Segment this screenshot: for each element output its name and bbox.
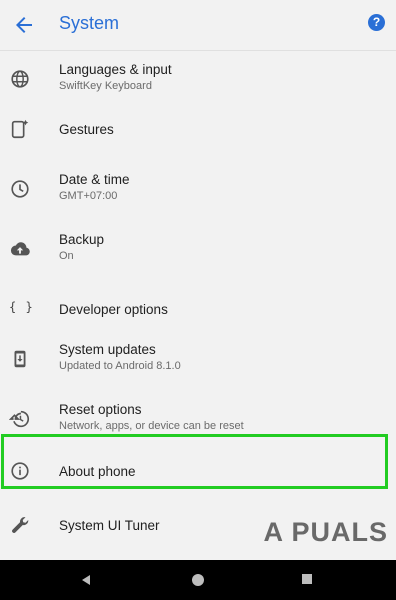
settings-item-backup[interactable]: Backup On [0, 220, 396, 280]
settings-item-date-time[interactable]: Date & time GMT+07:00 [0, 160, 396, 220]
settings-item-label: Gestures [59, 122, 114, 137]
navigation-bar [0, 560, 396, 600]
system-update-icon [9, 348, 31, 370]
page-title: System [59, 13, 120, 33]
settings-item-system-updates[interactable]: System updates Updated to Android 8.1.0 [0, 330, 396, 390]
help-icon: ? [372, 15, 381, 29]
settings-item-label: Reset options [59, 402, 142, 417]
settings-item-subtitle: Updated to Android 8.1.0 [59, 360, 181, 372]
back-button[interactable] [12, 13, 36, 37]
globe-icon [9, 68, 31, 90]
help-button[interactable]: ? [368, 14, 385, 31]
arrow-left-icon [16, 17, 32, 33]
gestures-icon [9, 118, 31, 140]
settings-item-subtitle: On [59, 250, 74, 262]
settings-item-subtitle: GMT+07:00 [59, 190, 118, 202]
wrench-icon [9, 514, 31, 536]
restore-icon [9, 408, 31, 430]
cloud-upload-icon [9, 238, 31, 260]
watermark-logo: A PUALS [263, 517, 388, 547]
nav-recents-icon[interactable] [302, 574, 312, 584]
settings-item-label: Languages & input [59, 62, 172, 77]
settings-item-label: Developer options [59, 302, 168, 317]
nav-home-icon[interactable] [192, 574, 204, 586]
settings-item-label: Backup [59, 232, 105, 247]
settings-item-label: System UI Tuner [59, 518, 160, 533]
braces-icon: { } [9, 300, 34, 314]
settings-item-label: Date & time [59, 172, 130, 187]
app-bar: System ? [0, 0, 396, 51]
settings-item-subtitle: SwiftKey Keyboard [59, 80, 152, 92]
nav-back-icon[interactable] [82, 575, 90, 585]
settings-item-label: System updates [59, 342, 156, 357]
settings-item-gestures[interactable]: Gestures [0, 100, 396, 160]
highlight-box [1, 434, 388, 489]
clock-icon [9, 178, 31, 200]
settings-item-subtitle: Network, apps, or device can be reset [59, 420, 244, 432]
